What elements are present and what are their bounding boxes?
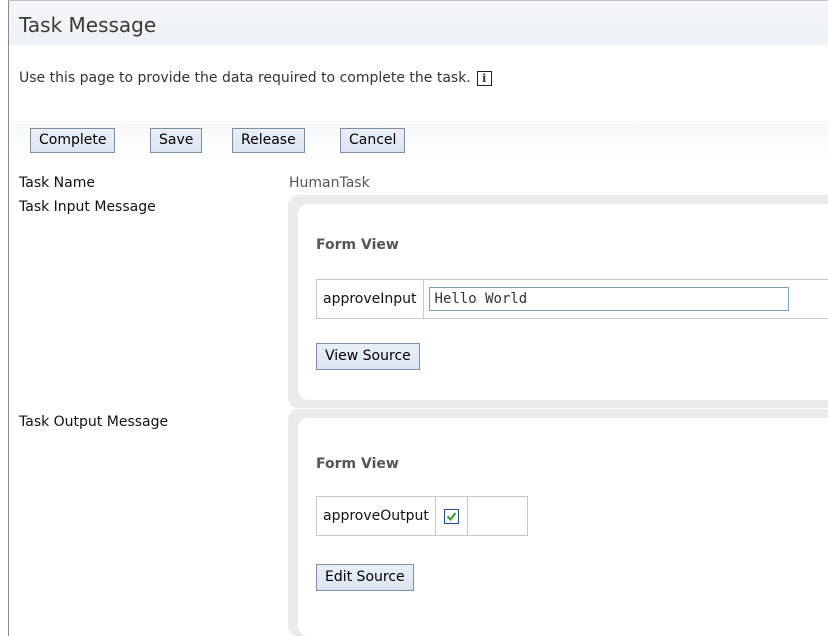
task-name-value: HumanTask xyxy=(289,175,370,191)
approve-output-row: approveOutput xyxy=(316,496,528,536)
task-output-panel: Form View approveOutput Edit Source xyxy=(288,409,828,636)
approve-output-label: approveOutput xyxy=(317,497,436,535)
task-output-message-label: Task Output Message xyxy=(19,414,169,430)
input-form-container: Form View approveInput View Source xyxy=(298,204,828,400)
task-name-label: Task Name xyxy=(19,175,95,191)
task-message-page: Task Message Use this page to provide th… xyxy=(8,0,828,636)
save-button[interactable]: Save xyxy=(150,128,203,153)
title-bar: Task Message xyxy=(9,1,828,45)
task-input-panel: Form View approveInput View Source xyxy=(288,195,828,408)
approve-input-label: approveInput xyxy=(317,280,424,318)
approve-output-cell xyxy=(436,497,467,535)
view-source-button[interactable]: View Source xyxy=(316,343,420,370)
description-text: Use this page to provide the data requir… xyxy=(19,70,471,86)
complete-button[interactable]: Complete xyxy=(30,128,116,153)
cancel-button[interactable]: Cancel xyxy=(340,128,406,153)
approve-input-cell xyxy=(424,280,794,318)
approve-input-row: approveInput xyxy=(316,279,828,319)
approve-output-checkbox[interactable] xyxy=(443,508,459,524)
output-form-container: Form View approveOutput Edit Source xyxy=(298,418,828,636)
page-description: Use this page to provide the data requir… xyxy=(19,70,492,86)
approve-output-empty-cell xyxy=(466,497,480,535)
info-icon[interactable]: i xyxy=(476,70,492,86)
checkmark-icon xyxy=(446,511,457,521)
release-button[interactable]: Release xyxy=(232,128,305,153)
input-form-view-heading: Form View xyxy=(316,237,399,253)
toolbar xyxy=(9,121,828,159)
page-title: Task Message xyxy=(19,13,157,37)
edit-source-button[interactable]: Edit Source xyxy=(316,564,414,591)
approve-input-field[interactable] xyxy=(428,287,789,311)
task-input-message-label: Task Input Message xyxy=(19,199,156,215)
output-form-view-heading: Form View xyxy=(316,456,399,472)
